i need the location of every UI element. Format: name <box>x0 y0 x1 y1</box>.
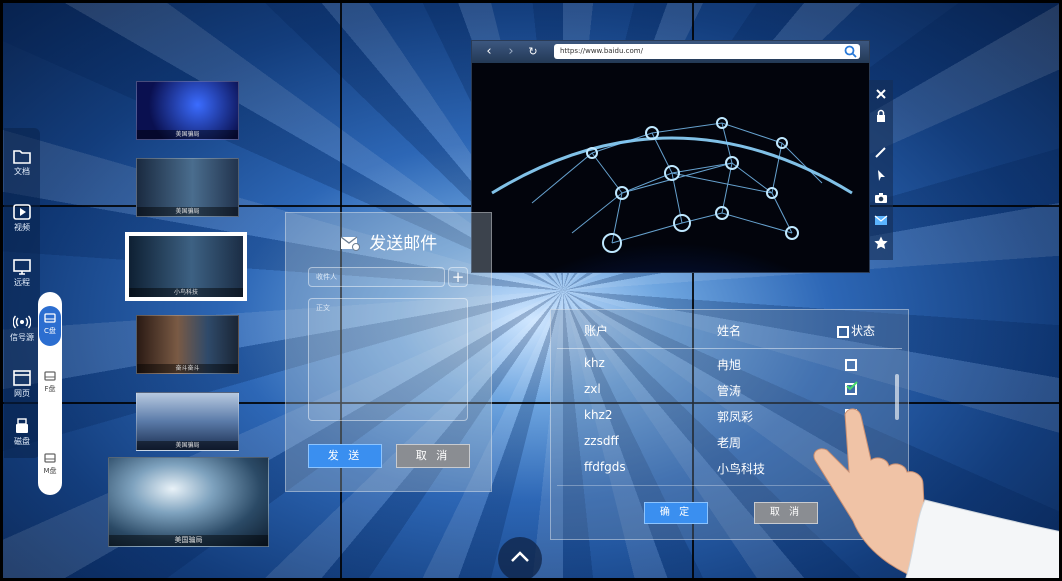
disk-item-f[interactable]: F盘 <box>39 370 61 394</box>
envelope-icon <box>340 236 360 251</box>
drive-icon <box>44 313 56 323</box>
disk-submenu: C盘 F盘 M盘 <box>38 292 62 495</box>
media-thumbnail[interactable]: 美国骗局 <box>136 81 239 140</box>
select-all-checkbox[interactable] <box>837 326 849 338</box>
address-bar[interactable]: https://www.baidu.com/ <box>554 44 860 59</box>
monitor-icon <box>13 259 31 275</box>
disk-label: C盘 <box>44 327 56 335</box>
browser-window: ‹ › ↻ https://www.baidu.com/ <box>471 40 870 273</box>
cell-name: 冉旭 <box>717 358 742 372</box>
status-checkbox-checked[interactable] <box>845 381 858 395</box>
media-thumbnail[interactable]: 奋斗奋斗 <box>136 315 239 374</box>
disk-label: F盘 <box>44 385 56 393</box>
drive-icon <box>44 453 56 463</box>
cell-name: 管涛 <box>717 384 742 398</box>
sidebar-item-webpage[interactable]: 网页 <box>4 370 40 399</box>
usb-disk-icon <box>16 418 28 433</box>
column-header-account: 账户 <box>584 324 609 338</box>
search-icon[interactable] <box>844 45 857 58</box>
sidebar-item-label: 信号源 <box>10 333 34 342</box>
add-recipient-button[interactable]: + <box>448 267 468 287</box>
sidebar-item-label: 文档 <box>14 167 30 176</box>
sidebar-item-label: 磁盘 <box>14 437 30 446</box>
send-mail-panel: 发送邮件 收件人 + 正文 发 送 取 消 <box>285 212 492 492</box>
camera-icon[interactable] <box>873 190 889 206</box>
column-header-name: 姓名 <box>717 324 742 338</box>
cell-name: 老周 <box>717 436 742 450</box>
disk-item-m[interactable]: M盘 <box>39 452 61 476</box>
signal-icon <box>13 315 31 329</box>
sidebar-item-documents[interactable]: 文档 <box>4 148 40 177</box>
pointing-hand-image <box>813 408 1062 581</box>
send-button[interactable]: 发 送 <box>308 444 382 468</box>
cell-name: 小鸟科技 <box>717 462 766 476</box>
drive-icon <box>44 371 56 381</box>
lock-icon[interactable] <box>873 108 889 124</box>
media-thumbnail[interactable]: 美国骗局 <box>136 158 239 217</box>
sidebar-item-remote[interactable]: 远程 <box>4 259 40 288</box>
cursor-icon[interactable] <box>873 167 889 183</box>
webpage-icon <box>13 370 31 386</box>
table-row[interactable]: khz 冉旭 <box>551 352 891 378</box>
back-icon[interactable]: ‹ <box>481 43 497 60</box>
star-icon[interactable] <box>873 235 889 251</box>
left-sidebar: 文档 视频 远程 信号源 网页 磁盘 <box>4 128 40 458</box>
sidebar-item-disk[interactable]: 磁盘 <box>4 418 40 447</box>
mail-icon[interactable] <box>873 212 889 228</box>
thumbnail-caption: 小鸟科技 <box>129 288 243 297</box>
disk-item-c[interactable]: C盘 <box>39 306 61 346</box>
body-placeholder: 正文 <box>316 304 330 312</box>
thumbnail-caption: 美国骗局 <box>137 207 238 216</box>
close-icon[interactable] <box>873 86 889 102</box>
url-text: https://www.baidu.com/ <box>560 47 643 55</box>
cancel-mail-button[interactable]: 取 消 <box>396 444 470 468</box>
cell-account: ffdfgds <box>584 460 626 474</box>
browser-toolbar: ‹ › ↻ https://www.baidu.com/ <box>472 41 869 63</box>
network-globe-image <box>472 63 869 272</box>
pen-icon[interactable] <box>873 144 889 160</box>
header-divider <box>557 348 902 349</box>
expand-up-button[interactable] <box>498 537 542 581</box>
forward-icon[interactable]: › <box>503 43 519 60</box>
cell-account: khz <box>584 356 605 370</box>
media-thumbnail-selected[interactable]: 小鸟科技 <box>125 232 247 301</box>
mail-title: 发送邮件 <box>286 229 491 254</box>
mail-title-text: 发送邮件 <box>369 234 438 254</box>
thumbnail-caption: 奋斗奋斗 <box>137 364 238 373</box>
media-thumbnail[interactable]: 美国骗局 <box>136 392 239 451</box>
disk-label: M盘 <box>43 467 57 475</box>
recipient-placeholder: 收件人 <box>316 273 337 281</box>
cell-account: zzsdff <box>584 434 619 448</box>
recipient-input[interactable]: 收件人 <box>308 267 445 287</box>
cell-account: khz2 <box>584 408 613 422</box>
sidebar-item-label: 网页 <box>14 389 30 398</box>
column-header-status: 状态 <box>851 324 876 338</box>
folder-icon <box>13 150 31 164</box>
mail-body-textarea[interactable]: 正文 <box>308 298 468 421</box>
confirm-button[interactable]: 确 定 <box>644 502 708 524</box>
check-icon <box>846 381 858 391</box>
thumbnail-caption: 美国骗局 <box>109 535 268 546</box>
status-checkbox[interactable] <box>845 359 857 371</box>
chevron-up-icon <box>511 551 529 562</box>
cell-account: zxl <box>584 382 601 396</box>
refresh-icon[interactable]: ↻ <box>525 43 541 60</box>
sidebar-item-label: 远程 <box>14 278 30 287</box>
thumbnail-caption: 美国骗局 <box>137 441 238 450</box>
sidebar-item-label: 视频 <box>14 223 30 232</box>
video-icon <box>13 204 31 220</box>
cell-name: 郭凤彩 <box>717 410 754 424</box>
sidebar-item-video[interactable]: 视频 <box>4 204 40 233</box>
thumbnail-caption: 美国骗局 <box>137 130 238 139</box>
sidebar-item-signal-source[interactable]: 信号源 <box>4 314 40 343</box>
media-thumbnail[interactable]: 美国骗局 <box>108 457 269 547</box>
window-toolbar <box>869 80 893 260</box>
